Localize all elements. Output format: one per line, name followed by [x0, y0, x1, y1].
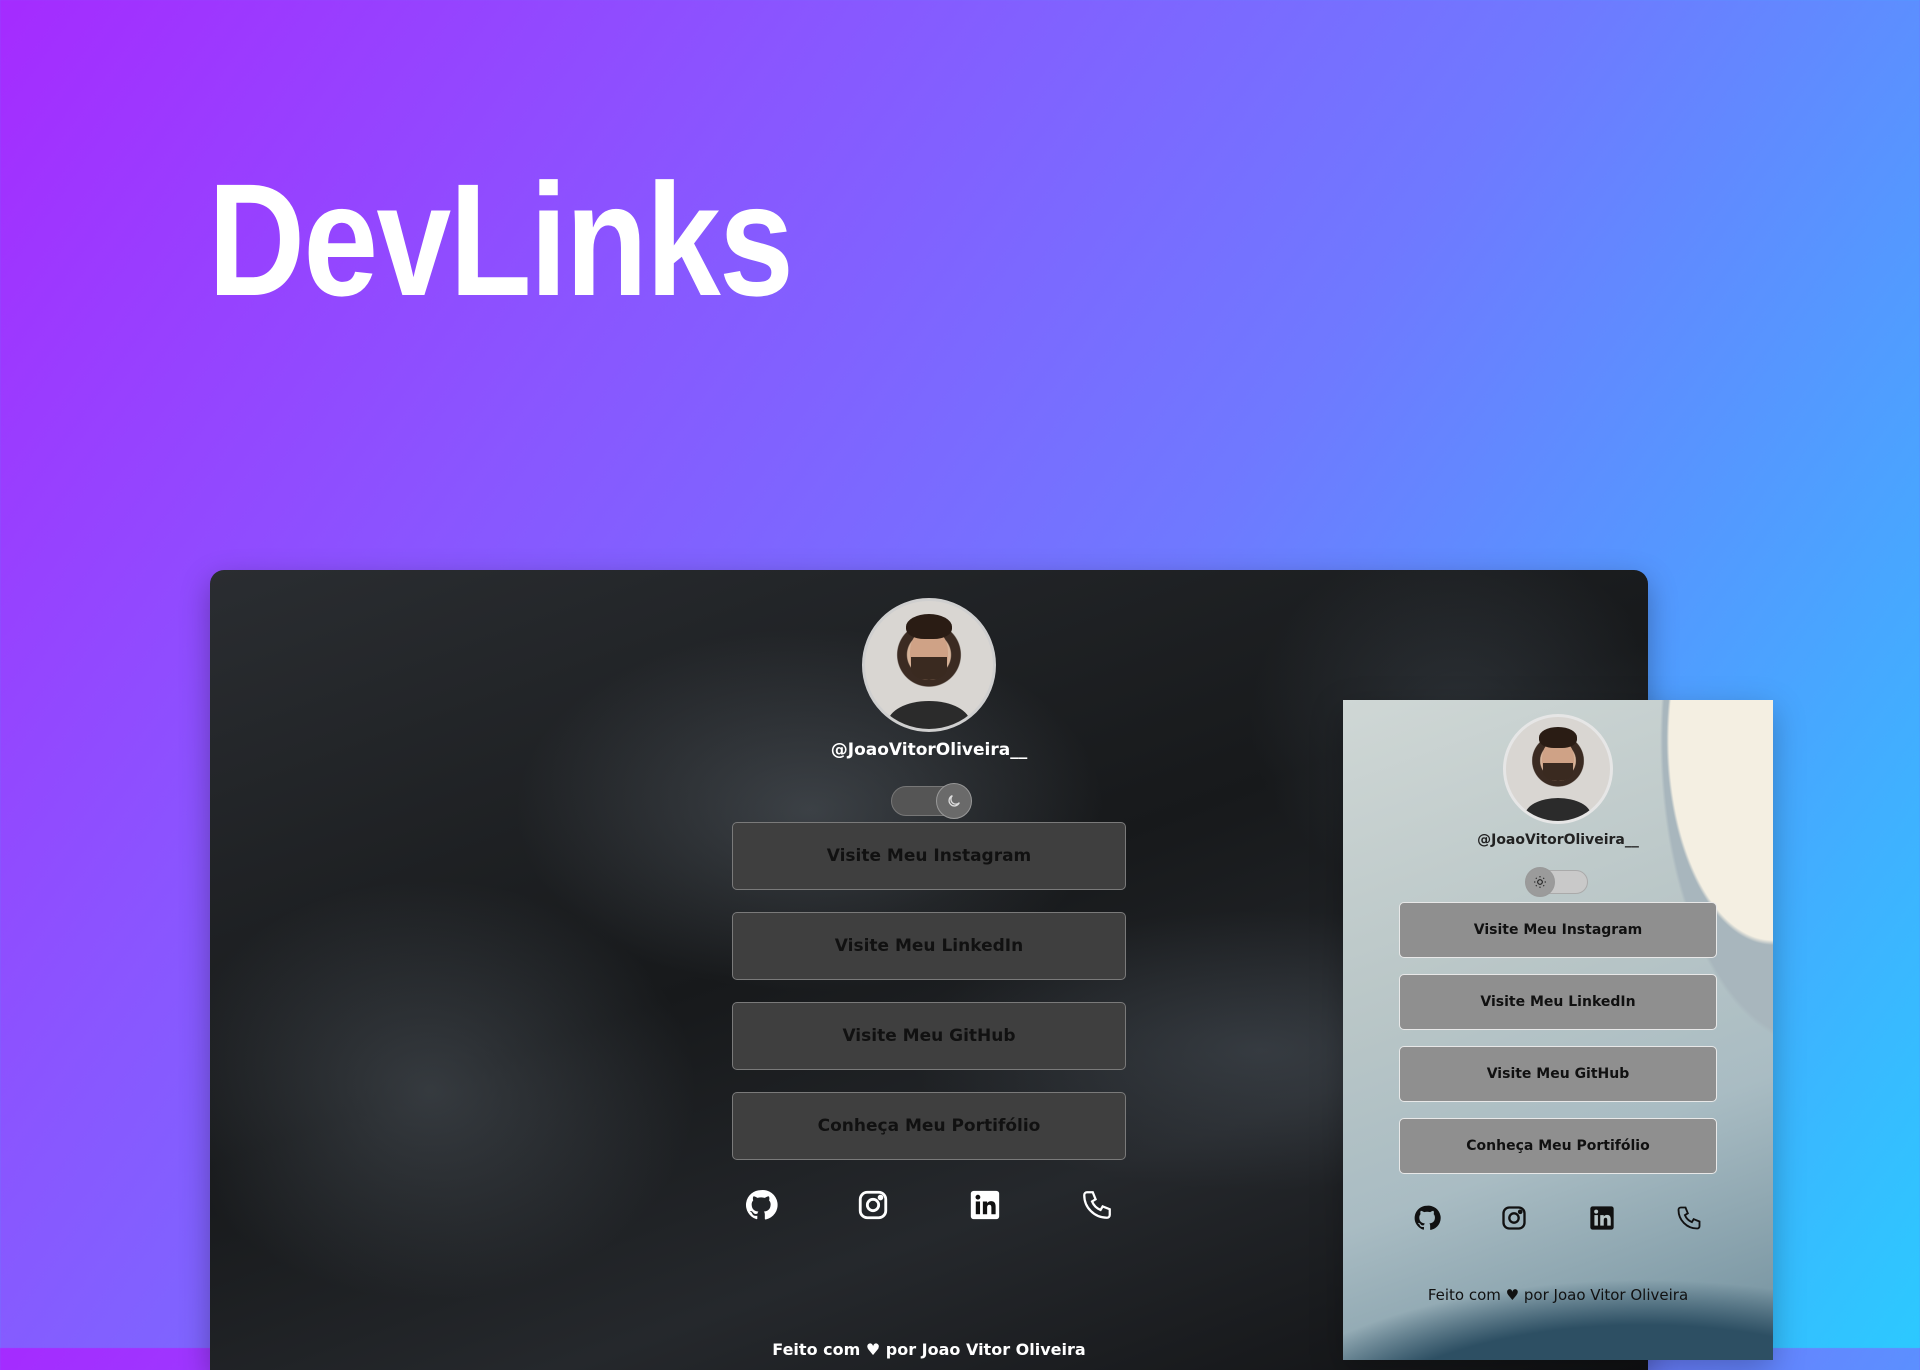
avatar: [1503, 714, 1613, 824]
mobile-profile: @JoaoVitorOliveira__ Visite Meu Instagra…: [1343, 714, 1773, 1304]
linkedin-icon[interactable]: [1588, 1204, 1616, 1232]
instagram-icon[interactable]: [856, 1188, 890, 1222]
github-icon[interactable]: [744, 1188, 778, 1222]
profile-handle: @JoaoVitorOliveira__: [1477, 832, 1639, 848]
link-list: Visite Meu Instagram Visite Meu LinkedIn…: [732, 822, 1126, 1160]
instagram-link-button[interactable]: Visite Meu Instagram: [1399, 902, 1717, 958]
moon-icon: [936, 783, 972, 819]
phone-icon[interactable]: [1675, 1204, 1703, 1232]
github-link-button[interactable]: Visite Meu GitHub: [732, 1002, 1126, 1070]
mobile-preview: @JoaoVitorOliveira__ Visite Meu Instagra…: [1343, 700, 1773, 1360]
theme-toggle[interactable]: [1525, 867, 1588, 897]
phone-icon[interactable]: [1080, 1188, 1114, 1222]
linkedin-icon[interactable]: [968, 1188, 1002, 1222]
social-icons: [744, 1188, 1114, 1222]
social-icons: [1413, 1204, 1703, 1232]
avatar: [862, 598, 996, 732]
instagram-link-button[interactable]: Visite Meu Instagram: [732, 822, 1126, 890]
sun-icon: [1525, 867, 1555, 897]
github-link-button[interactable]: Visite Meu GitHub: [1399, 1046, 1717, 1102]
linkedin-link-button[interactable]: Visite Meu LinkedIn: [732, 912, 1126, 980]
portfolio-link-button[interactable]: Conheça Meu Portifólio: [732, 1092, 1126, 1160]
instagram-icon[interactable]: [1500, 1204, 1528, 1232]
page-title: DevLinks: [208, 150, 794, 329]
theme-toggle[interactable]: [891, 783, 972, 819]
github-icon[interactable]: [1413, 1204, 1441, 1232]
linkedin-link-button[interactable]: Visite Meu LinkedIn: [1399, 974, 1717, 1030]
footer-text: Feito com ♥ por Joao Vitor Oliveira: [1427, 1286, 1689, 1304]
link-list: Visite Meu Instagram Visite Meu LinkedIn…: [1399, 902, 1717, 1174]
portfolio-link-button[interactable]: Conheça Meu Portifólio: [1399, 1118, 1717, 1174]
